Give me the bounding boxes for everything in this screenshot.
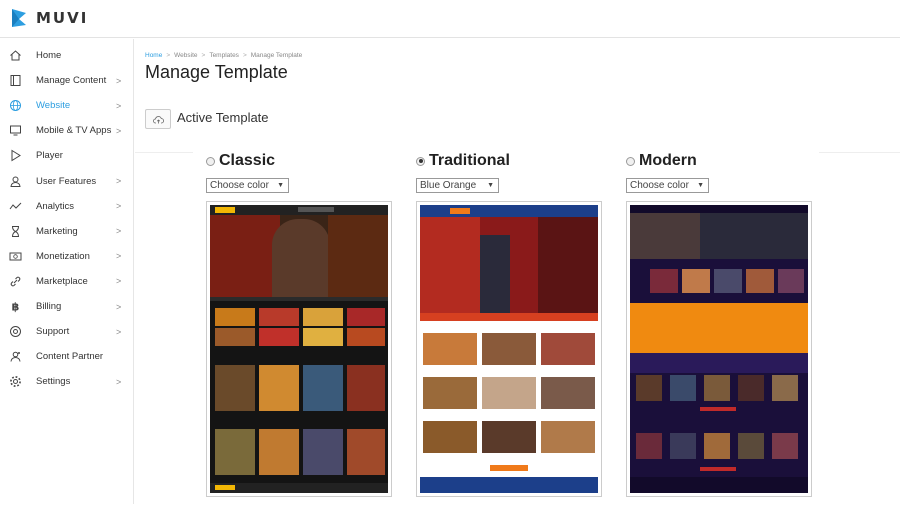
sidebar-item-mobile-tv-apps[interactable]: Mobile & TV Apps > bbox=[0, 118, 134, 143]
sidebar-item-manage-content[interactable]: Manage Content > bbox=[0, 68, 134, 93]
main-content: Home > Website > Templates > Manage Template M… bbox=[135, 39, 900, 505]
partner-icon bbox=[9, 350, 22, 363]
chevron-right-icon: > bbox=[116, 176, 122, 186]
sidebar-item-website[interactable]: Website > bbox=[0, 93, 134, 118]
sidebar: Home Manage Content > Website > Mobile & TV A… bbox=[0, 39, 134, 504]
chevron-right-icon: > bbox=[116, 376, 122, 387]
sidebar-item-player[interactable]: Player bbox=[0, 143, 134, 168]
chevron-down-icon: ▼ bbox=[487, 182, 494, 189]
sidebar-item-label: Mobile & TV Apps bbox=[36, 125, 112, 137]
template-header: Modern bbox=[626, 152, 697, 170]
active-template-button[interactable] bbox=[145, 109, 171, 129]
monitor-icon bbox=[9, 124, 22, 137]
color-select-value: Choose color bbox=[210, 180, 269, 191]
sidebar-item-label: Analytics bbox=[36, 200, 75, 212]
svg-text:฿: ฿ bbox=[12, 301, 20, 314]
sidebar-item-user-features[interactable]: User Features > bbox=[0, 169, 134, 194]
traditional-template-preview bbox=[420, 205, 598, 493]
sidebar-item-label: User Features bbox=[36, 175, 97, 187]
classic-template-preview bbox=[210, 205, 388, 493]
breadcrumb-home[interactable]: Home bbox=[145, 52, 162, 59]
globe-icon bbox=[9, 99, 22, 112]
money-icon bbox=[9, 250, 22, 263]
sidebar-item-label: Website bbox=[36, 100, 71, 112]
chevron-right-icon: > bbox=[116, 75, 122, 86]
lifebuoy-icon bbox=[9, 325, 22, 338]
modern-template-preview bbox=[630, 205, 808, 493]
breadcrumb-website[interactable]: Website bbox=[174, 52, 197, 59]
sidebar-item-label: Monetization bbox=[36, 250, 90, 262]
page-title: Manage Template bbox=[145, 62, 288, 82]
sidebar-item-home[interactable]: Home bbox=[0, 43, 134, 68]
template-name: Traditional bbox=[429, 152, 510, 169]
sidebar-item-label: Home bbox=[36, 50, 62, 61]
sidebar-item-marketing[interactable]: Marketing > bbox=[0, 219, 134, 244]
sidebar-item-label: Settings bbox=[36, 376, 71, 388]
link-icon bbox=[9, 275, 22, 288]
template-preview-classic[interactable] bbox=[206, 201, 392, 497]
template-radio-traditional[interactable] bbox=[416, 156, 425, 166]
color-select-modern[interactable]: Choose color ▼ bbox=[626, 178, 709, 193]
template-header: Classic bbox=[206, 152, 275, 170]
breadcrumb-templates[interactable]: Templates bbox=[209, 52, 239, 59]
sidebar-item-label: Billing bbox=[36, 301, 62, 312]
color-select-traditional[interactable]: Blue Orange ▼ bbox=[416, 178, 499, 193]
bitcoin-icon: ฿ bbox=[9, 300, 22, 314]
chevron-right-icon: > bbox=[116, 251, 122, 262]
chevron-right-icon: > bbox=[116, 301, 122, 312]
top-bar: MUVI bbox=[0, 0, 900, 38]
sidebar-item-label: Player bbox=[36, 150, 63, 162]
sidebar-item-monetization[interactable]: Monetization > bbox=[0, 244, 134, 269]
breadcrumb: Home > Website > Templates > Manage Template bbox=[145, 52, 303, 59]
sidebar-item-marketplace[interactable]: Marketplace > bbox=[0, 269, 134, 294]
chevron-right-icon: > bbox=[116, 276, 122, 287]
sidebar-item-content-partner[interactable]: Content Partner bbox=[0, 344, 134, 369]
user-icon bbox=[9, 175, 22, 188]
home-icon bbox=[9, 49, 22, 62]
sidebar-item-settings[interactable]: Settings > bbox=[0, 369, 134, 394]
template-radio-modern[interactable] bbox=[626, 156, 635, 166]
sidebar-item-billing[interactable]: ฿ Billing > bbox=[0, 294, 134, 319]
sidebar-item-support[interactable]: Support > bbox=[0, 319, 134, 344]
template-header: Traditional bbox=[416, 152, 510, 170]
sidebar-item-label: Marketplace bbox=[36, 275, 88, 287]
sidebar-item-label: Marketing bbox=[36, 225, 78, 237]
active-template-label: Active Template bbox=[177, 110, 269, 125]
content-icon bbox=[9, 74, 22, 87]
brand-logo[interactable]: MUVI bbox=[10, 7, 88, 29]
sidebar-item-label: Manage Content bbox=[36, 75, 107, 87]
color-select-value: Blue Orange bbox=[420, 180, 477, 191]
play-icon bbox=[9, 149, 22, 162]
template-name: Classic bbox=[219, 152, 276, 169]
brand-name: MUVI bbox=[36, 9, 89, 27]
template-preview-traditional[interactable] bbox=[416, 201, 602, 497]
sidebar-item-analytics[interactable]: Analytics > bbox=[0, 194, 134, 219]
sidebar-item-label: Support bbox=[36, 326, 70, 338]
template-preview-modern[interactable] bbox=[626, 201, 812, 497]
chevron-right-icon: > bbox=[116, 100, 122, 111]
chevron-right-icon: > bbox=[116, 201, 122, 212]
hourglass-icon bbox=[9, 225, 22, 238]
chevron-down-icon: ▼ bbox=[277, 182, 284, 189]
template-radio-classic[interactable] bbox=[206, 156, 215, 166]
chevron-right-icon: > bbox=[116, 125, 122, 136]
chevron-down-icon: ▼ bbox=[697, 182, 704, 189]
cloud-upload-icon bbox=[152, 115, 164, 123]
chart-line-icon bbox=[9, 200, 22, 213]
template-name: Modern bbox=[639, 152, 697, 169]
color-select-value: Choose color bbox=[630, 180, 689, 191]
gear-icon bbox=[9, 375, 22, 388]
chevron-right-icon: > bbox=[116, 326, 122, 337]
color-select-classic[interactable]: Choose color ▼ bbox=[206, 178, 289, 193]
chevron-right-icon: > bbox=[116, 226, 122, 237]
breadcrumb-current: Manage Template bbox=[250, 52, 303, 59]
sidebar-item-label: Content Partner bbox=[36, 351, 104, 363]
muvi-logo-icon bbox=[12, 9, 26, 27]
